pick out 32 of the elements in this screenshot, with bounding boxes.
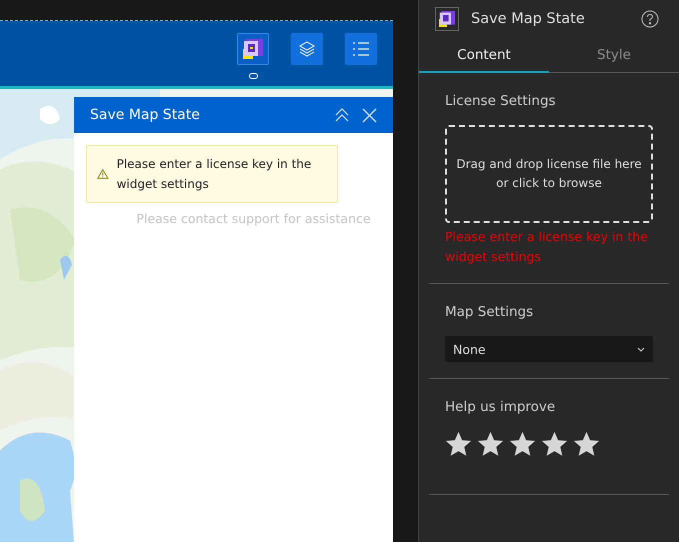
chevron-down-icon: [637, 346, 645, 352]
section-heading: Map Settings: [445, 304, 534, 320]
section-heading: License Settings: [445, 93, 557, 109]
star-icon[interactable]: [573, 431, 600, 458]
widget-icon: [435, 7, 459, 31]
star-icon[interactable]: [541, 431, 568, 458]
drop-zone-text: Drag and drop license file here: [456, 156, 642, 173]
collapse-icon[interactable]: [334, 108, 350, 122]
tab[interactable]: Style: [549, 38, 679, 73]
tab[interactable]: Content: [419, 38, 549, 73]
star-icon[interactable]: [477, 431, 504, 458]
drop-zone-text: or click to browse: [496, 175, 602, 192]
warning-icon: [97, 167, 109, 181]
warning-text: Please enter a license key in the widget settings: [116, 156, 312, 193]
help-icon[interactable]: [641, 10, 659, 28]
error-message: Please enter a license key in the widget settings: [445, 228, 649, 266]
map-select[interactable]: None: [445, 336, 653, 362]
widget-icon: [243, 39, 263, 59]
star-icon[interactable]: [509, 431, 536, 458]
layers-button[interactable]: [291, 33, 323, 65]
support-note: Please contact support for assistance: [135, 211, 372, 226]
indicator-icon: [248, 73, 258, 79]
drop-zone[interactable]: Drag and drop license file here or click to browse: [445, 125, 653, 223]
close-icon[interactable]: [362, 108, 377, 122]
layers-icon: [298, 40, 316, 58]
list-icon: [352, 41, 370, 57]
panel-title: Save Map State: [90, 107, 201, 123]
list-button[interactable]: [345, 33, 377, 65]
settings-title: Save Map State: [471, 11, 586, 27]
section-heading: Help us improve: [445, 399, 556, 415]
widget-button[interactable]: [237, 33, 269, 65]
star-icon[interactable]: [445, 431, 472, 458]
